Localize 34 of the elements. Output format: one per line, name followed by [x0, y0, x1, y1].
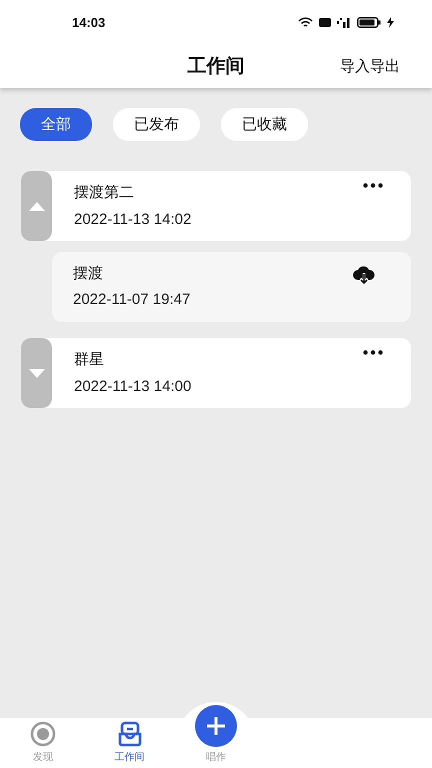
collapse-toggle[interactable]	[21, 338, 52, 408]
wifi-icon	[298, 16, 313, 28]
plus-icon	[206, 716, 226, 736]
page-title: 工作间	[188, 54, 244, 79]
download-button[interactable]	[353, 266, 375, 286]
cloud-download-icon	[353, 266, 375, 286]
filter-tab[interactable]: 已收藏	[221, 108, 308, 141]
more-icon	[363, 350, 383, 355]
filter-tab[interactable]: 全部	[20, 108, 92, 141]
status-time: 14:03	[72, 14, 106, 30]
collapse-toggle[interactable]	[21, 171, 52, 241]
import-export-button[interactable]: 导入导出	[340, 54, 400, 78]
project-title: 群星	[74, 350, 104, 369]
caret-down-icon	[28, 368, 44, 378]
project-card[interactable]: 群星 2022-11-13 14:00	[21, 338, 411, 408]
project-card[interactable]: 摆渡第二 2022-11-13 14:02	[21, 171, 411, 241]
signal-icon	[337, 16, 351, 28]
charging-icon	[387, 16, 394, 28]
battery-icon	[357, 16, 381, 28]
version-date: 2022-11-07 19:47	[73, 291, 190, 308]
more-icon	[363, 183, 383, 188]
project-title: 摆渡第二	[74, 183, 134, 202]
filter-tab[interactable]: 已发布	[113, 108, 200, 141]
project-date: 2022-11-13 14:02	[74, 211, 192, 228]
version-card[interactable]: 摆渡 2022-11-07 19:47	[52, 252, 411, 322]
caret-up-icon	[28, 202, 44, 210]
more-button[interactable]	[361, 348, 385, 357]
tray-icon	[118, 721, 142, 747]
version-title: 摆渡	[73, 264, 103, 283]
project-date: 2022-11-13 14:00	[74, 378, 192, 395]
eye-icon	[30, 721, 56, 747]
more-button[interactable]	[361, 181, 385, 190]
hd-icon	[319, 18, 331, 26]
nav-tab[interactable]: 工作间	[86, 718, 173, 768]
